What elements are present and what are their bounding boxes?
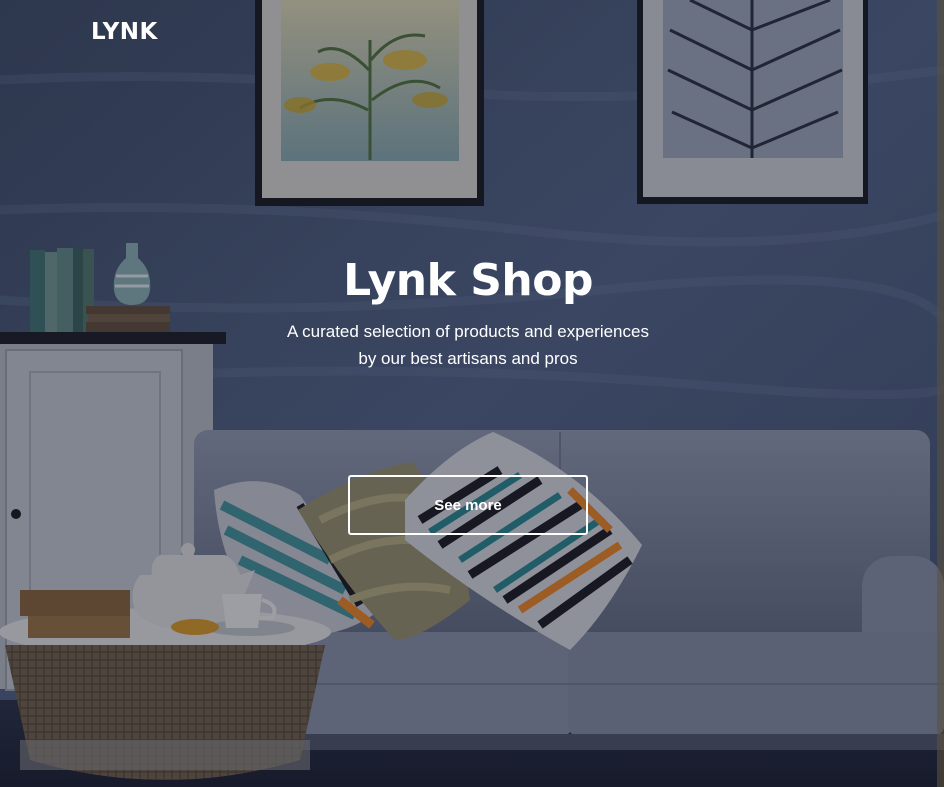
hero-section: LYNK Lynk Shop A curated selection of pr… (0, 0, 944, 787)
see-more-button[interactable]: See more (348, 475, 588, 535)
hero-background-image (0, 0, 944, 787)
brand-logo-link[interactable]: LYNK (91, 19, 158, 45)
hero-subtitle-line-2: by our best artisans and pros (358, 349, 578, 368)
hero-subtitle: A curated selection of products and expe… (0, 318, 936, 372)
hero-subtitle-line-1: A curated selection of products and expe… (287, 322, 649, 341)
hero-title: Lynk Shop (343, 255, 593, 306)
